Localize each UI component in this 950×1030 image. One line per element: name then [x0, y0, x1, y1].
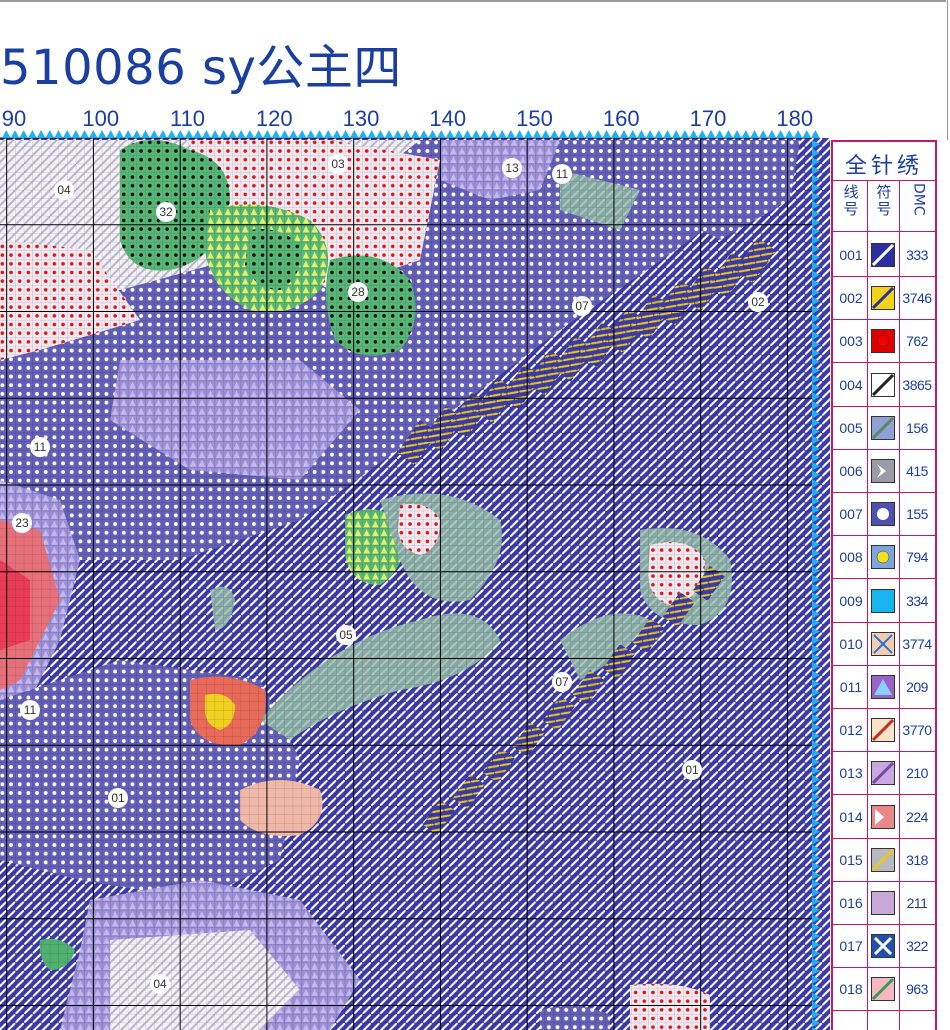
thread-code: 004	[839, 376, 863, 393]
region-number-marker: 28	[348, 282, 368, 302]
region-number-marker: 11	[552, 164, 572, 184]
legend-row: 014 224	[833, 796, 935, 839]
dmc-number: 762	[906, 333, 928, 350]
circle-symbol-icon	[871, 502, 895, 527]
chevron-symbol-icon	[871, 459, 895, 483]
thread-code: 016	[839, 895, 863, 911]
thread-legend: 全针绣 线号 符号 DMC 001 333 002 3746 003 762 004 3865…	[831, 140, 937, 1030]
legend-row: 017 322	[833, 925, 935, 969]
region-number-marker: 07	[552, 672, 572, 692]
legend-row: 018 963	[833, 968, 935, 1012]
thread-code: 014	[839, 808, 863, 825]
triangle-symbol-icon	[871, 675, 895, 699]
x-white-symbol-icon	[871, 934, 895, 959]
region-number-marker: 01	[682, 760, 702, 780]
legend-header-dmc: DMC	[910, 183, 927, 216]
dmc-number: 156	[906, 419, 928, 436]
region-number-marker: 04	[54, 180, 74, 200]
dmc-number: 155	[906, 506, 928, 523]
thread-code: 006	[839, 463, 863, 479]
thread-code: 010	[839, 635, 863, 652]
legend-row: 015 318	[833, 839, 935, 882]
cross-stitch-pattern-grid	[0, 130, 830, 1030]
legend-row: 005 156	[833, 407, 935, 450]
thread-code: 015	[839, 851, 863, 868]
thread-code: 001	[839, 247, 863, 263]
legend-title: 全针绣	[844, 154, 923, 179]
dmc-number: 210	[906, 765, 928, 782]
legend-header-symbol: 符号	[876, 183, 892, 218]
region-number-marker: 02	[748, 292, 768, 312]
legend-row: 006 415	[833, 450, 935, 493]
dmc-number: 334	[906, 592, 928, 609]
dmc-number: 333	[906, 247, 928, 263]
dmc-number: 963	[906, 981, 928, 998]
legend-row: 008 794	[833, 536, 935, 580]
legend-row: 009 334	[833, 580, 935, 623]
legend-header: 线号 符号 DMC	[833, 180, 935, 232]
dmc-number: 322	[906, 938, 928, 955]
dmc-number: 224	[906, 808, 928, 825]
legend-row: 002 3746	[833, 277, 935, 321]
diag-green2-symbol-icon	[871, 977, 895, 1002]
thread-code: 002	[839, 290, 863, 307]
legend-row: 012 3770	[833, 709, 935, 753]
thread-code: 009	[839, 592, 863, 609]
dmc-number: 794	[906, 549, 928, 566]
region-number-marker: 01	[108, 788, 128, 808]
region-number-marker: 04	[150, 974, 170, 994]
thread-code: 003	[839, 333, 863, 350]
dmc-number: 3865	[902, 376, 932, 393]
legend-row: 004 3865	[833, 364, 935, 407]
dmc-number: 211	[906, 895, 928, 911]
region-number-marker: 05	[336, 625, 356, 645]
legend-row: 013 210	[833, 752, 935, 796]
solid-symbol-icon	[871, 588, 895, 613]
region-number-marker: 11	[20, 700, 40, 720]
thread-code: 013	[839, 765, 863, 782]
dmc-number: 209	[906, 679, 928, 695]
legend-header-code: 线号	[843, 183, 859, 218]
dmc-number: 318	[906, 851, 928, 868]
arrow-symbol-icon	[871, 804, 895, 829]
dmc-number: 3774	[902, 635, 932, 652]
diag-yellow2-symbol-icon	[871, 847, 895, 872]
thread-code: 018	[839, 981, 863, 998]
thread-code: 008	[839, 549, 863, 566]
region-number-marker: 23	[12, 513, 32, 533]
legend-row: 007 155	[833, 493, 935, 537]
thread-code: 011	[839, 679, 863, 695]
dmc-number: 3770	[902, 722, 932, 739]
dot-yellow-symbol-icon	[871, 545, 895, 570]
diag-yellow-symbol-icon	[871, 286, 895, 311]
diag-black-symbol-icon	[871, 372, 895, 397]
diag-white-symbol-icon	[871, 243, 895, 267]
cross-symbol-icon	[871, 631, 895, 656]
diag-green-symbol-icon	[871, 415, 895, 440]
thread-code: 005	[839, 419, 863, 436]
legend-row: 010 3774	[833, 623, 935, 666]
legend-row: 003 762	[833, 320, 935, 364]
dmc-number: 3746	[902, 290, 932, 307]
region-number-marker: 03	[328, 154, 348, 174]
region-number-marker: 32	[156, 202, 176, 222]
region-number-marker: 13	[502, 158, 522, 178]
legend-row: 016 211	[833, 882, 935, 925]
diag-red-symbol-icon	[871, 718, 895, 743]
thread-code: 007	[839, 506, 863, 523]
solid-symbol-icon	[871, 891, 895, 915]
region-number-marker: 07	[572, 296, 592, 316]
dot-symbol-icon	[871, 329, 895, 354]
thread-code: 017	[839, 938, 863, 955]
legend-row: 001 333	[833, 234, 935, 277]
right-border-line	[947, 0, 948, 140]
region-number-marker: 11	[30, 437, 50, 457]
diag-purple-symbol-icon	[871, 761, 895, 786]
thread-code: 012	[839, 722, 863, 739]
legend-row: 011 209	[833, 666, 935, 709]
dmc-number: 415	[906, 463, 928, 479]
